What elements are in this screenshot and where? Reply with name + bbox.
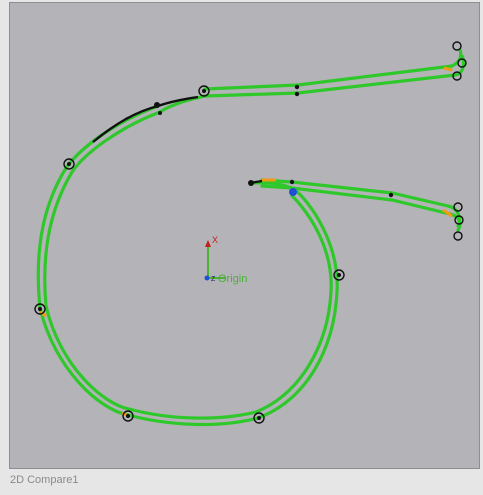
sketch-point-icon [453, 231, 463, 241]
inner-spiral-curve [43, 110, 333, 420]
upper-discharge-line-inner [203, 73, 457, 98]
blue-point-icon[interactable] [289, 188, 297, 196]
axis-z-label: Z [211, 276, 216, 283]
sketch-drawing[interactable]: X Z Origin [0, 0, 483, 495]
graphics-viewport[interactable]: X Z Origin 2D Compare1 [0, 0, 483, 495]
sketch-dots [38, 84, 394, 420]
upper-discharge-line-outer [203, 64, 454, 91]
volute-profile[interactable] [36, 48, 466, 427]
view-caption: 2D Compare1 [10, 474, 79, 486]
sketch-points[interactable] [34, 41, 467, 424]
sketch-point-icon [452, 41, 462, 51]
axis-x-label: X [212, 235, 218, 245]
orange-constraints [39, 66, 453, 418]
origin-label: Origin [218, 273, 247, 285]
sketch-point-icon [453, 202, 463, 212]
origin-triad-icon[interactable]: X Z Origin [204, 235, 248, 285]
lower-end-cap [446, 204, 462, 232]
